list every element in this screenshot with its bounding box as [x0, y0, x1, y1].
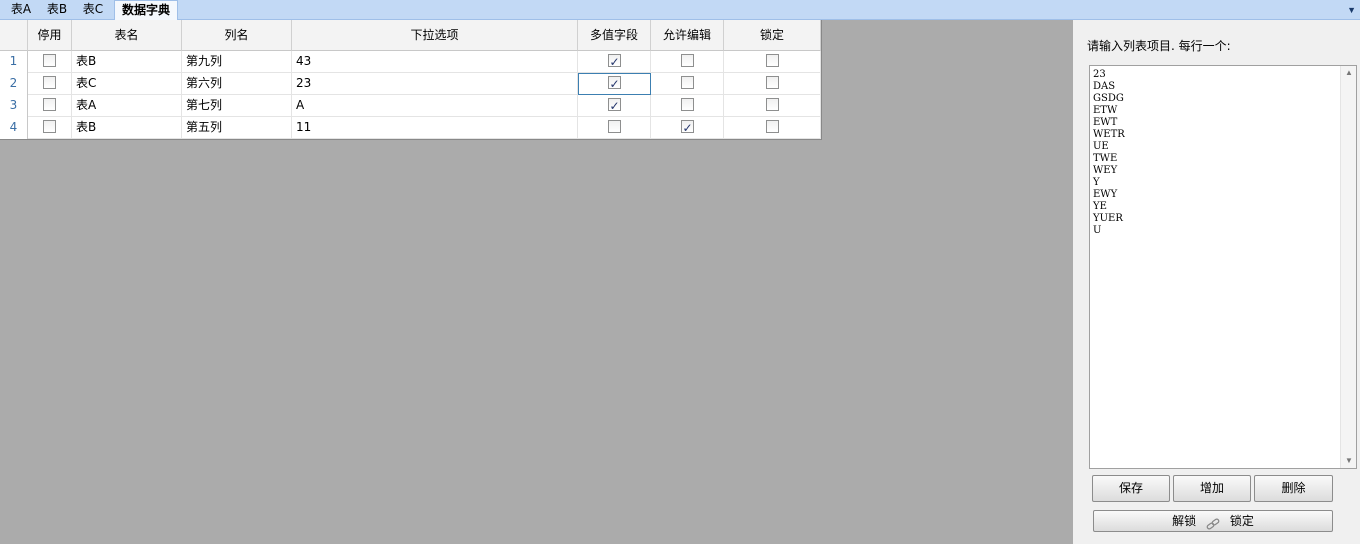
list-item: YUER: [1093, 213, 1123, 224]
header-row-number: [0, 20, 28, 51]
locked-checkbox[interactable]: [765, 98, 779, 111]
list-item: YE: [1093, 201, 1107, 212]
column-name-cell[interactable]: 第五列: [182, 117, 292, 139]
unlock-label: 解锁: [1172, 514, 1197, 528]
list-item: GSDG: [1093, 93, 1124, 104]
header-disabled[interactable]: 停用: [28, 20, 72, 51]
list-item: ETW: [1093, 105, 1118, 116]
scroll-down-icon[interactable]: ▼: [1341, 454, 1357, 468]
save-button[interactable]: 保存: [1092, 475, 1170, 502]
delete-button[interactable]: 删除: [1254, 475, 1333, 502]
locked-checkbox[interactable]: [765, 76, 779, 89]
lock-label: 锁定: [1229, 514, 1254, 528]
disabled-checkbox[interactable]: [43, 54, 56, 67]
tab-table-c[interactable]: 表C: [78, 0, 108, 20]
disabled-cell[interactable]: [28, 95, 72, 117]
grid-area: 停用 表名 列名 下拉选项 多值字段 允许编辑 锁定 1表B第九列432表C第六…: [0, 20, 1073, 544]
multi-value-cell[interactable]: [578, 73, 651, 95]
list-item: 23: [1093, 69, 1106, 80]
disabled-cell[interactable]: [28, 117, 72, 139]
row-number-cell[interactable]: 2: [0, 73, 28, 95]
multi-value-checkbox[interactable]: [607, 74, 621, 95]
table-row[interactable]: 3 表A 第七列 A: [0, 95, 821, 117]
column-name-cell[interactable]: 第九列: [182, 51, 292, 73]
tab-table-a[interactable]: 表A: [6, 0, 36, 20]
locked-cell[interactable]: [724, 51, 821, 73]
list-item: Y: [1093, 177, 1100, 188]
dropdown-options-cell[interactable]: A: [292, 95, 578, 117]
table-row[interactable]: 4 表B 第五列 11: [0, 117, 821, 139]
allow-edit-checkbox[interactable]: [680, 118, 694, 139]
table-row[interactable]: 2 表C 第六列 23: [0, 73, 821, 95]
multi-value-cell[interactable]: [578, 95, 651, 117]
multi-value-checkbox[interactable]: [607, 52, 621, 73]
allow-edit-cell[interactable]: [651, 51, 724, 73]
table-name-cell[interactable]: 表B: [72, 117, 182, 139]
table-row[interactable]: 1 表B 第九列 43: [0, 51, 821, 73]
list-item: EWT: [1093, 117, 1118, 128]
allow-edit-cell[interactable]: [651, 117, 724, 139]
scroll-up-icon[interactable]: ▲: [1341, 66, 1357, 80]
list-item: WETR: [1093, 129, 1125, 140]
table-name-cell[interactable]: 表B: [72, 51, 182, 73]
allow-edit-cell[interactable]: [651, 73, 724, 95]
allow-edit-checkbox[interactable]: [680, 98, 694, 111]
table-name-cell[interactable]: 表C: [72, 73, 182, 95]
vertical-scrollbar[interactable]: ▲ ▼: [1340, 66, 1356, 468]
dropdown-options-cell[interactable]: 43: [292, 51, 578, 73]
list-item: TWE: [1093, 153, 1118, 164]
multi-value-cell[interactable]: [578, 51, 651, 73]
list-items-label: 请输入列表项目. 每行一个:: [1087, 39, 1231, 53]
row-number-cell[interactable]: 1: [0, 51, 28, 73]
table-name-cell[interactable]: 表A: [72, 95, 182, 117]
header-multi-value[interactable]: 多值字段: [578, 20, 651, 51]
multi-value-checkbox[interactable]: [607, 96, 621, 117]
header-column-name[interactable]: 列名: [182, 20, 292, 51]
column-name-cell[interactable]: 第六列: [182, 73, 292, 95]
list-item: U: [1093, 225, 1102, 236]
disabled-checkbox[interactable]: [43, 98, 56, 111]
list-item: UE: [1093, 141, 1109, 152]
tab-table-b[interactable]: 表B: [42, 0, 72, 20]
locked-cell[interactable]: [724, 117, 821, 139]
dropdown-options-cell[interactable]: 23: [292, 73, 578, 95]
list-editor-panel: 请输入列表项目. 每行一个: 23 DAS GSDG ETW EWT WETR UE TWE W…: [1073, 20, 1360, 544]
link-icon: [1206, 516, 1220, 530]
locked-checkbox[interactable]: [765, 120, 779, 133]
list-items-text: 23 DAS GSDG ETW EWT WETR UE TWE WEY Y EWY YE YUER U: [1093, 69, 1125, 237]
disabled-checkbox[interactable]: [43, 120, 56, 133]
list-item: DAS: [1093, 81, 1116, 92]
row-number-cell[interactable]: 4: [0, 117, 28, 139]
allow-edit-checkbox[interactable]: [680, 54, 694, 67]
locked-cell[interactable]: [724, 73, 821, 95]
dropdown-arrow-icon[interactable]: ▼: [1347, 0, 1356, 20]
multi-value-checkbox[interactable]: [607, 120, 621, 133]
column-name-cell[interactable]: 第七列: [182, 95, 292, 117]
lock-toggle-button[interactable]: 解锁 锁定: [1093, 510, 1333, 532]
disabled-cell[interactable]: [28, 73, 72, 95]
data-grid: 停用 表名 列名 下拉选项 多值字段 允许编辑 锁定 1表B第九列432表C第六…: [0, 20, 822, 140]
disabled-checkbox[interactable]: [43, 76, 56, 89]
multi-value-cell[interactable]: [578, 117, 651, 139]
add-button[interactable]: 增加: [1173, 475, 1251, 502]
disabled-cell[interactable]: [28, 51, 72, 73]
row-number-cell[interactable]: 3: [0, 95, 28, 117]
locked-cell[interactable]: [724, 95, 821, 117]
header-locked[interactable]: 锁定: [724, 20, 821, 51]
list-item: EWY: [1093, 189, 1118, 200]
header-dropdown-options[interactable]: 下拉选项: [292, 20, 578, 51]
header-allow-edit[interactable]: 允许编辑: [651, 20, 724, 51]
dropdown-options-cell[interactable]: 11: [292, 117, 578, 139]
allow-edit-cell[interactable]: [651, 95, 724, 117]
tab-bar: 表A 表B 表C 数据字典 ▼: [0, 0, 1360, 21]
list-item: WEY: [1093, 165, 1118, 176]
allow-edit-checkbox[interactable]: [680, 76, 694, 89]
header-table-name[interactable]: 表名: [72, 20, 182, 51]
list-items-textarea[interactable]: 23 DAS GSDG ETW EWT WETR UE TWE WEY Y EWY YE YUER U ▲…: [1089, 65, 1357, 469]
tab-data-dictionary[interactable]: 数据字典: [114, 0, 178, 21]
locked-checkbox[interactable]: [765, 54, 779, 67]
